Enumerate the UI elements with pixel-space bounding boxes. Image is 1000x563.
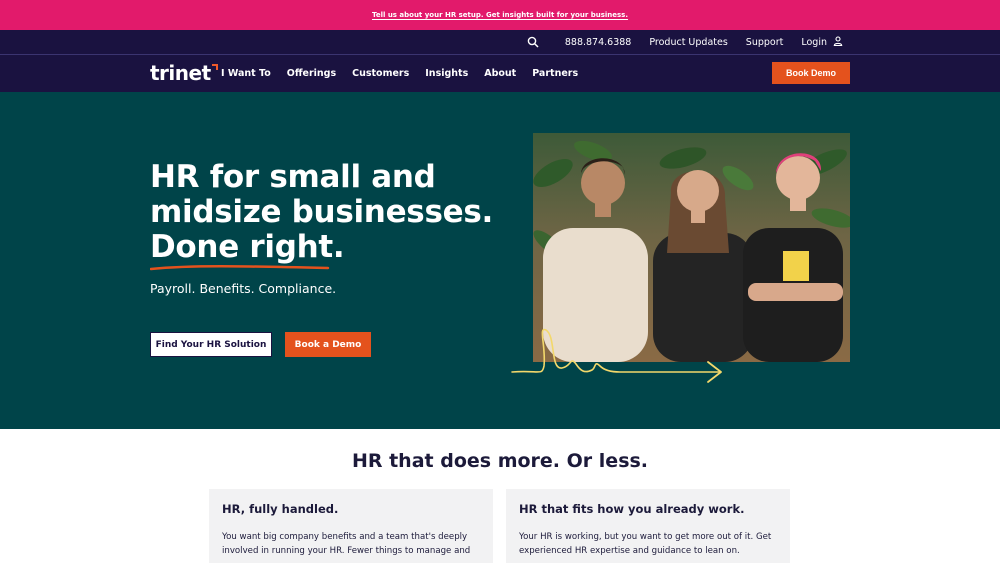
card-fully-handled[interactable]: HR, fully handled. You want big company …	[209, 489, 493, 563]
nav-item-partners[interactable]: Partners	[532, 68, 578, 79]
trinet-logo[interactable]: trinet	[150, 63, 218, 85]
hero-title-line-1: HR for small and	[150, 159, 436, 195]
login-label: Login	[801, 37, 827, 48]
hero-section: HR for small and midsize businesses. Don…	[0, 92, 1000, 429]
section-title-strong: HR that does more.	[351, 450, 561, 472]
hero-title-line-3: Done right.	[150, 229, 345, 265]
hero-subtitle: Payroll. Benefits. Compliance.	[150, 281, 337, 296]
user-icon	[833, 36, 843, 49]
book-a-demo-button[interactable]: Book a Demo	[285, 332, 371, 357]
card-fits-how-you-work[interactable]: HR that fits how you already work. Your …	[506, 489, 790, 563]
hero-title: HR for small and midsize businesses. Don…	[150, 159, 493, 265]
card-body: You want big company benefits and a team…	[222, 532, 471, 556]
nav-item-offerings[interactable]: Offerings	[287, 68, 336, 79]
utility-links: 888.874.6388 Product Updates Support Log…	[527, 30, 843, 55]
promo-link[interactable]: Tell us about your HR setup. Get insight…	[372, 11, 628, 19]
logo-text: trinet	[150, 61, 211, 85]
find-hr-solution-button[interactable]: Find Your HR Solution	[150, 332, 272, 357]
card-title: HR that fits how you already work.	[519, 502, 745, 516]
nav-item-about[interactable]: About	[484, 68, 516, 79]
main-nav: trinet I Want To Offerings Customers Ins…	[0, 55, 1000, 92]
card-title: HR, fully handled.	[222, 502, 339, 516]
section-title-light: Or less.	[566, 450, 649, 472]
phone-number[interactable]: 888.874.6388	[565, 37, 631, 48]
logo-mark-icon	[211, 64, 218, 70]
support-link[interactable]: Support	[746, 37, 784, 48]
nav-item-insights[interactable]: Insights	[425, 68, 468, 79]
product-updates-link[interactable]: Product Updates	[649, 37, 727, 48]
nav-item-i-want-to[interactable]: I Want To	[221, 68, 271, 79]
section-title: HR that does more. Or less.	[0, 450, 1000, 472]
nav-item-customers[interactable]: Customers	[352, 68, 409, 79]
title-underline-swoosh	[150, 265, 330, 271]
card-body: Your HR is working, but you want to get …	[519, 532, 772, 556]
promo-banner: Tell us about your HR setup. Get insight…	[0, 0, 1000, 30]
search-icon[interactable]	[527, 36, 541, 50]
utility-bar: 888.874.6388 Product Updates Support Log…	[0, 30, 1000, 55]
hero-title-line-2: midsize businesses.	[150, 194, 493, 230]
nav-menu: I Want To Offerings Customers Insights A…	[221, 55, 578, 92]
book-demo-button[interactable]: Book Demo	[772, 62, 850, 84]
login-link[interactable]: Login	[801, 36, 843, 49]
decorative-arrow-icon	[511, 328, 722, 383]
